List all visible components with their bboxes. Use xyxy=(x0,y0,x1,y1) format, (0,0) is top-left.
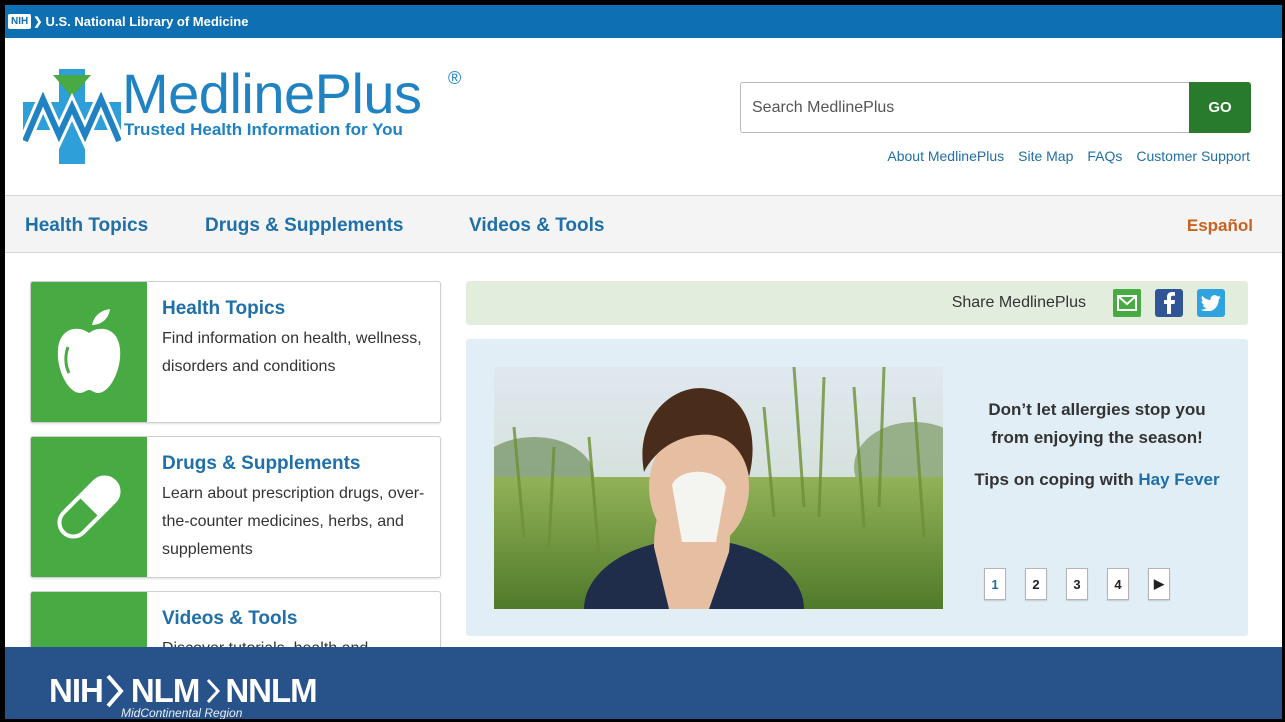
search-go-button[interactable]: GO xyxy=(1189,82,1251,133)
card-body: Drugs & Supplements Learn about prescrip… xyxy=(162,453,432,564)
utility-links: About MedlinePlus Site Map FAQs Customer… xyxy=(887,148,1250,164)
site-header: MedlinePlus ® Trusted Health Information… xyxy=(5,38,1282,195)
share-bar: Share MedlinePlus xyxy=(466,281,1248,325)
card-title[interactable]: Videos & Tools xyxy=(162,608,432,630)
allergy-photo[interactable] xyxy=(494,367,943,609)
search-input[interactable] xyxy=(740,82,1189,133)
hay-fever-link[interactable]: Hay Fever xyxy=(1138,470,1219,489)
featured-slide: Don’t let allergies stop you from enjoyi… xyxy=(466,339,1248,636)
share-label: Share MedlinePlus xyxy=(951,294,1086,311)
site-map-link[interactable]: Site Map xyxy=(1018,148,1073,164)
nav-drugs-supplements[interactable]: Drugs & Supplements xyxy=(205,215,403,237)
nav-health-topics[interactable]: Health Topics xyxy=(25,215,148,237)
facebook-icon[interactable] xyxy=(1155,289,1183,317)
tips-prefix: Tips on coping with xyxy=(974,470,1139,489)
nnlm-logo: NIH NLM NNLM xyxy=(49,672,318,710)
feature-tips: Tips on coping with Hay Fever xyxy=(972,466,1222,494)
card-title[interactable]: Drugs & Supplements xyxy=(162,453,432,475)
apple-icon xyxy=(31,282,147,422)
slide-1-button[interactable]: 1 xyxy=(984,568,1006,600)
card-title[interactable]: Health Topics xyxy=(162,298,432,320)
nlm-link[interactable]: U.S. National Library of Medicine xyxy=(45,14,248,29)
medlineplus-logo-icon[interactable] xyxy=(23,69,121,164)
registered-mark: ® xyxy=(448,68,462,88)
nav-videos-tools[interactable]: Videos & Tools xyxy=(469,215,605,237)
nnlm-band: NIH NLM NNLM MidContinental Region xyxy=(5,647,1282,719)
search-form: GO xyxy=(740,82,1251,133)
nih-logo-text: NIH xyxy=(49,672,104,709)
logo-tagline: Trusted Health Information for You xyxy=(124,120,403,139)
card-drugs-supplements[interactable]: Drugs & Supplements Learn about prescrip… xyxy=(30,436,441,578)
email-icon[interactable] xyxy=(1113,289,1141,317)
customer-support-link[interactable]: Customer Support xyxy=(1136,148,1250,164)
region-subtitle: MidContinental Region xyxy=(121,706,243,719)
logo-name: MedlinePlus xyxy=(122,62,422,125)
slide-3-button[interactable]: 3 xyxy=(1066,568,1088,600)
feature-headline: Don’t let allergies stop you from enjoyi… xyxy=(988,400,1206,447)
card-description: Find information on health, wellness, di… xyxy=(162,330,422,375)
card-health-topics[interactable]: Health Topics Find information on health… xyxy=(30,281,441,423)
slide-pager: 1 2 3 4 ▶ xyxy=(984,568,1170,600)
faqs-link[interactable]: FAQs xyxy=(1087,148,1122,164)
chevron-right-icon: ❯ xyxy=(33,16,43,28)
nlm-logo-text: NLM xyxy=(130,672,200,709)
logo-wordmark[interactable]: MedlinePlus ® Trusted Health Information… xyxy=(122,62,461,140)
about-link[interactable]: About MedlinePlus xyxy=(887,148,1004,164)
browser-frame: NIH ❯ U.S. National Library of Medicine … xyxy=(5,5,1282,719)
card-description: Learn about prescription drugs, over-the… xyxy=(162,485,425,558)
chevron-right-icon xyxy=(106,674,124,708)
slide-2-button[interactable]: 2 xyxy=(1025,568,1047,600)
nih-top-bar: NIH ❯ U.S. National Library of Medicine xyxy=(5,5,1282,38)
feature-copy: Don’t let allergies stop you from enjoyi… xyxy=(972,396,1222,494)
card-body: Health Topics Find information on health… xyxy=(162,298,432,381)
nih-badge[interactable]: NIH xyxy=(8,14,32,29)
next-slide-button[interactable]: ▶ xyxy=(1148,568,1170,600)
espanol-link[interactable]: Español xyxy=(1187,216,1253,236)
chevron-right-icon xyxy=(207,678,221,704)
slide-4-button[interactable]: 4 xyxy=(1107,568,1129,600)
pill-icon xyxy=(31,437,147,577)
nnlm-logo-text: NNLM xyxy=(225,672,317,709)
main-nav: Health Topics Drugs & Supplements Videos… xyxy=(5,195,1282,253)
twitter-icon[interactable] xyxy=(1197,289,1225,317)
